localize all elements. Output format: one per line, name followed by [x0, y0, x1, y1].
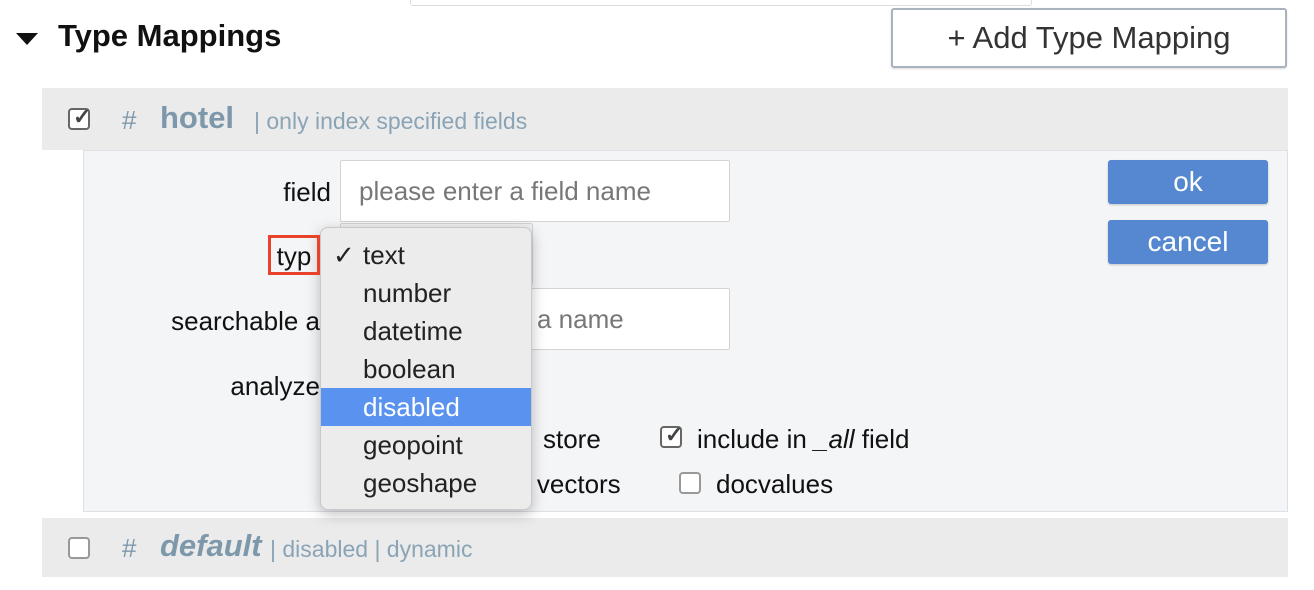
mapping-row-hotel[interactable]: ✓ # hotel | only index specified fields: [42, 88, 1288, 150]
add-type-mapping-button[interactable]: + Add Type Mapping: [891, 8, 1287, 68]
type-option-datetime[interactable]: datetime: [321, 312, 531, 350]
type-option-text[interactable]: ✓ text: [321, 236, 531, 274]
annotation-highlight-box: [268, 235, 320, 275]
type-option-geoshape[interactable]: geoshape: [321, 464, 531, 502]
type-dropdown-menu[interactable]: ✓ text number datetime boolean disabled g…: [320, 227, 532, 510]
collapse-triangle-icon[interactable]: [16, 33, 38, 45]
type-option-boolean[interactable]: boolean: [321, 350, 531, 388]
docvalues-label: docvalues: [716, 469, 834, 499]
top-input-edge: [410, 0, 1032, 6]
hash-icon: #: [122, 533, 137, 563]
checkmark-icon: ✓: [665, 422, 684, 447]
mapping-name[interactable]: hotel: [160, 100, 234, 136]
field-name-input[interactable]: please enter a field name: [340, 160, 730, 222]
hash-icon: #: [122, 105, 137, 135]
mapping-row-default[interactable]: # default | disabled | dynamic: [42, 518, 1288, 577]
hotel-checkbox[interactable]: ✓: [68, 104, 91, 130]
default-checkbox[interactable]: [68, 537, 90, 559]
cancel-button[interactable]: cancel: [1108, 220, 1268, 264]
field-label: field: [283, 177, 331, 207]
checkmark-icon: ✓: [73, 104, 92, 129]
mapping-description: | only index specified fields: [254, 108, 528, 134]
store-label: store: [543, 424, 601, 454]
ok-button[interactable]: ok: [1108, 160, 1268, 204]
include-all-checkbox[interactable]: ✓: [660, 422, 683, 448]
searchable-as-label: searchable a: [171, 306, 320, 336]
mapping-name[interactable]: default: [160, 528, 262, 564]
mapping-description: | disabled | dynamic: [270, 536, 473, 562]
section-title: Type Mappings: [58, 18, 282, 53]
check-icon: ✓: [333, 240, 355, 270]
docvalues-checkbox[interactable]: [679, 472, 701, 494]
type-option-geopoint[interactable]: geopoint: [321, 426, 531, 464]
type-option-disabled[interactable]: disabled: [321, 388, 531, 426]
include-all-label: include in _all field: [697, 424, 910, 454]
analyzer-label: analyze: [230, 371, 320, 401]
searchable-as-input[interactable]: a name: [500, 288, 730, 350]
type-option-number[interactable]: number: [321, 274, 531, 312]
